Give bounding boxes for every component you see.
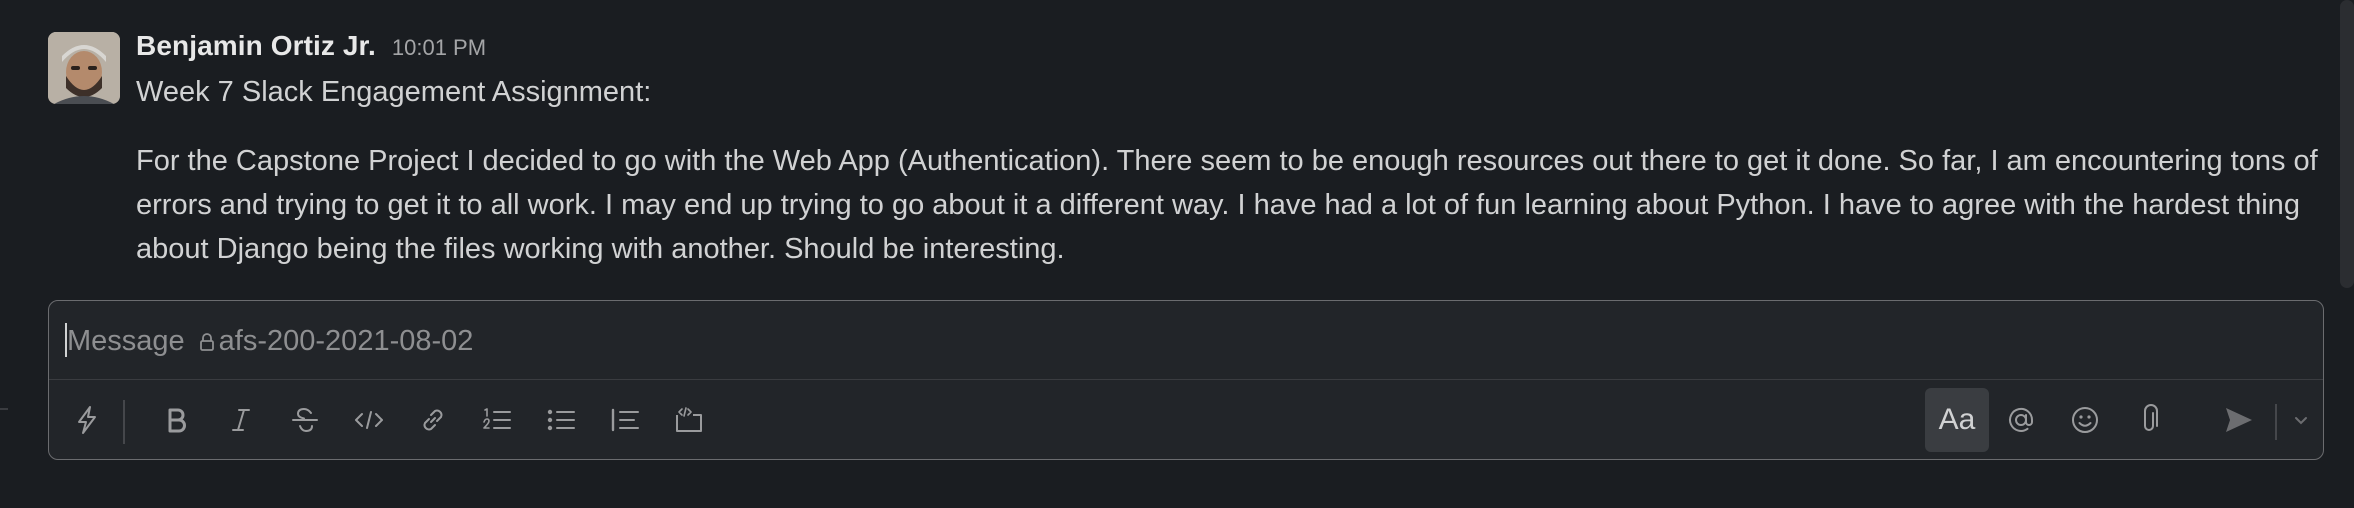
scrollbar[interactable] — [2340, 0, 2354, 288]
message-input[interactable]: Message afs-200-2021-08-02 — [49, 301, 2323, 380]
strikethrough-icon[interactable] — [275, 390, 335, 450]
shortcuts-lightning-icon[interactable] — [57, 390, 117, 450]
message-placeholder: Message afs-200-2021-08-02 — [67, 325, 473, 358]
bold-icon[interactable] — [147, 390, 207, 450]
left-edge-divider — [0, 408, 8, 410]
slack-app: Benjamin Ortiz Jr. 10:01 PM Week 7 Slack… — [0, 0, 2354, 508]
placeholder-label: Message — [67, 325, 185, 357]
italic-icon[interactable] — [211, 390, 271, 450]
channel-name: afs-200-2021-08-02 — [218, 325, 474, 357]
toolbar-divider — [123, 400, 125, 444]
format-toggle-button[interactable]: Aa — [1925, 388, 1989, 452]
bulleted-list-icon[interactable] — [531, 390, 591, 450]
emoji-icon[interactable] — [2055, 390, 2115, 450]
attachment-icon[interactable] — [2119, 390, 2179, 450]
message-composer[interactable]: Message afs-200-2021-08-02 Aa — [48, 300, 2324, 460]
message-paragraph: For the Capstone Project I decided to go… — [136, 145, 2318, 265]
lock-icon — [199, 332, 215, 352]
mention-icon[interactable] — [1991, 390, 2051, 450]
link-icon[interactable] — [403, 390, 463, 450]
code-block-icon[interactable] — [659, 390, 719, 450]
message-body: Benjamin Ortiz Jr. 10:01 PM Week 7 Slack… — [136, 30, 2336, 271]
message-header: Benjamin Ortiz Jr. 10:01 PM — [136, 30, 2336, 66]
format-toggle-label: Aa — [1938, 403, 1976, 436]
blockquote-icon[interactable] — [595, 390, 655, 450]
message-text-line: Week 7 Slack Engagement Assignment: — [136, 76, 652, 108]
code-icon[interactable] — [339, 390, 399, 450]
send-icon[interactable] — [2209, 390, 2269, 450]
message-timestamp[interactable]: 10:01 PM — [392, 35, 486, 61]
formatting-toolbar: Aa — [49, 380, 2323, 460]
send-options-chevron-icon[interactable] — [2283, 390, 2319, 450]
ordered-list-icon[interactable] — [467, 390, 527, 450]
send-divider — [2275, 404, 2277, 440]
user-avatar[interactable] — [48, 32, 120, 104]
author-name[interactable]: Benjamin Ortiz Jr. — [136, 30, 376, 62]
